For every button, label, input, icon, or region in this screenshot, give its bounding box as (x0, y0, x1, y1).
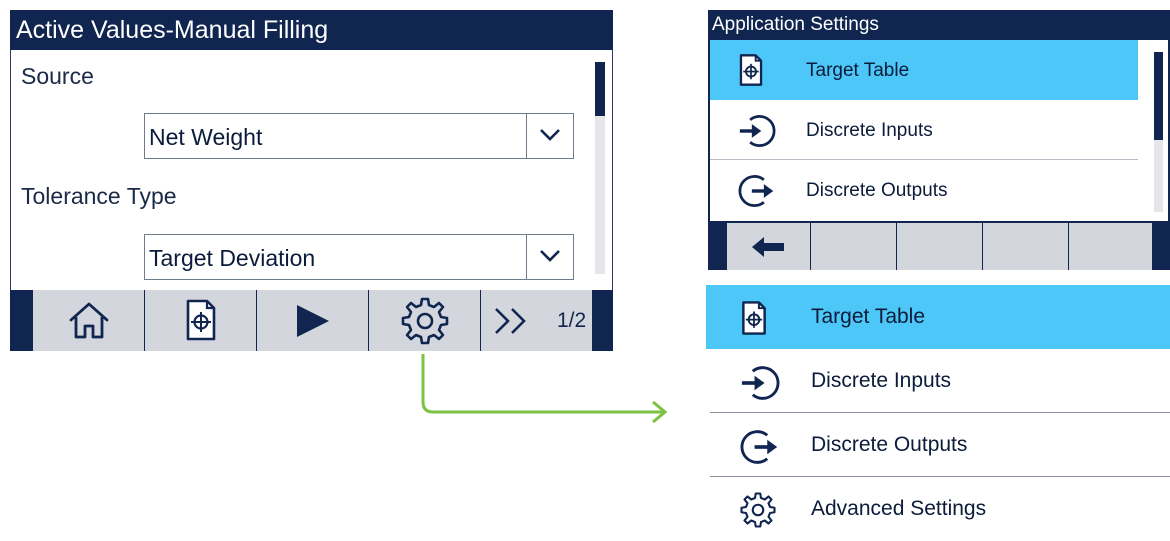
menu-item-label: Target Table (811, 305, 926, 328)
tolerance-type-dropdown-toggle[interactable] (526, 235, 573, 279)
menu-item-discrete-outputs[interactable]: Discrete Outputs (706, 413, 1170, 477)
double-chevron-right-icon (495, 308, 526, 334)
scrollbar-thumb[interactable] (595, 62, 605, 116)
menu-item-label: Discrete Outputs (811, 433, 968, 456)
home-softkey[interactable] (32, 290, 144, 351)
next-page-softkey[interactable]: 1/2 (480, 290, 592, 351)
menu-item-discrete-inputs[interactable]: Discrete Inputs (706, 349, 1170, 413)
back-arrow-icon (752, 237, 784, 257)
home-icon (69, 302, 109, 339)
page-indicator: 1/2 (557, 309, 587, 332)
settings-menu: Target Table Discrete Inputs Discrete Ou… (710, 40, 1168, 221)
source-dropdown[interactable]: Net Weight (144, 113, 574, 159)
flow-arrow (421, 354, 668, 424)
start-softkey[interactable] (256, 290, 368, 351)
menu-item-label: Discrete Outputs (806, 180, 948, 201)
menu-item-discrete-outputs[interactable]: Discrete Outputs (710, 160, 1138, 220)
discrete-output-icon (740, 430, 778, 464)
empty-softkey[interactable] (896, 223, 982, 270)
empty-softkey[interactable] (810, 223, 896, 270)
empty-softkey[interactable] (1068, 223, 1152, 270)
gear-icon (401, 297, 449, 345)
target-table-icon (739, 54, 763, 86)
scrollbar-thumb[interactable] (1154, 52, 1163, 140)
play-icon (297, 305, 329, 337)
tolerance-type-value: Target Deviation (149, 245, 316, 271)
screen-header: Active Values-Manual Filling (10, 10, 613, 50)
settings-softkey[interactable] (368, 290, 480, 351)
screen-title: Active Values-Manual Filling (16, 16, 329, 44)
menu-item-advanced-settings[interactable]: Advanced Settings (706, 477, 1170, 541)
screen-body: Source Net Weight Tolerance Type Target … (10, 50, 613, 290)
menu-item-label: Advanced Settings (811, 497, 987, 520)
menu-item-target-table[interactable]: Target Table (710, 40, 1138, 100)
menu-item-label: Discrete Inputs (806, 120, 933, 141)
source-dropdown-toggle[interactable] (526, 114, 573, 158)
back-softkey[interactable] (726, 223, 810, 270)
discrete-input-icon (739, 115, 776, 147)
target-table-softkey[interactable] (144, 290, 256, 351)
menu-item-target-table[interactable]: Target Table (706, 285, 1170, 349)
softkey-bar: 1/2 (10, 290, 613, 351)
discrete-input-icon (741, 366, 780, 400)
discrete-output-icon (738, 175, 774, 207)
source-label: Source (21, 63, 94, 89)
source-value: Net Weight (149, 124, 263, 150)
chevron-down-icon (540, 129, 560, 141)
chevron-down-icon (540, 250, 560, 262)
empty-softkey[interactable] (982, 223, 1068, 270)
target-table-icon (742, 301, 766, 335)
menu-item-discrete-inputs[interactable]: Discrete Inputs (710, 100, 1138, 160)
tolerance-type-dropdown[interactable]: Target Deviation (144, 234, 574, 280)
menu-item-label: Target Table (806, 60, 910, 81)
screen-title: Application Settings (712, 14, 879, 35)
application-settings-screen: Application Settings Target Table Discre… (708, 10, 1170, 270)
gear-icon (740, 492, 776, 528)
active-values-screen: Active Values-Manual Filling Source Net … (10, 10, 613, 351)
expanded-settings-menu: Target Table Discrete Inputs Discrete Ou… (706, 285, 1170, 540)
menu-item-label: Discrete Inputs (811, 369, 952, 392)
target-table-icon (186, 299, 216, 341)
tolerance-type-label: Tolerance Type (21, 183, 177, 209)
softkey-bar (708, 223, 1170, 270)
